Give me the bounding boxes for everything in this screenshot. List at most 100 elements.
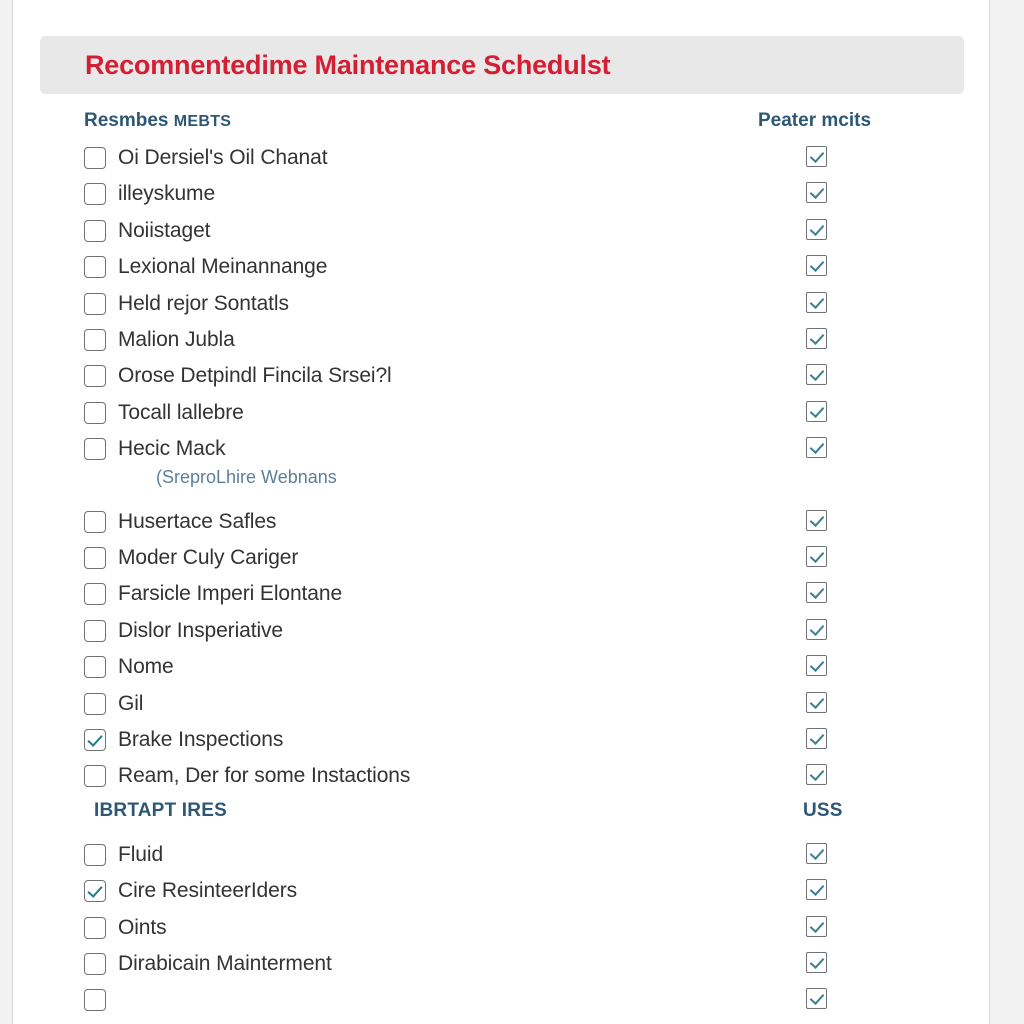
- column-header-left-main: Resmbes: [84, 110, 169, 131]
- row-checkbox-left[interactable]: [84, 292, 106, 315]
- column-header-left-small: MEBTS: [173, 113, 232, 130]
- table-row: Hecic Mack: [13, 431, 989, 467]
- column-header-right: Peater mcits: [758, 110, 872, 131]
- row-checkbox-left[interactable]: [84, 583, 106, 606]
- table-row: Brake Inspections: [13, 722, 989, 758]
- table-row: Oi Dersiel's Oil Chanat: [13, 140, 989, 176]
- table-row: Cire ResinteerIders: [13, 873, 989, 909]
- table-row: Gil: [13, 686, 989, 722]
- row-checkbox-left[interactable]: [84, 843, 106, 866]
- maintenance-card: H MCINT FIFAHCES 20 I EXPERT Recomnented…: [12, 0, 990, 1024]
- table-row: Tocall lallebre: [13, 395, 989, 431]
- row-checkbox-right[interactable]: [806, 988, 827, 1010]
- column-header-left: Resmbes MEBTS: [84, 110, 231, 132]
- row-label: Nome: [118, 655, 174, 679]
- row-checkbox-left[interactable]: [84, 256, 106, 279]
- row-checkbox-left[interactable]: [84, 953, 106, 975]
- table-row: Fluid: [13, 837, 989, 873]
- row-checkbox-right[interactable]: [806, 146, 827, 167]
- row-checkbox-right[interactable]: [806, 691, 827, 713]
- table-row: Ream, Der for some Instactions: [13, 758, 989, 794]
- title-banner: Recomnentedime Maintenance Schedulst: [40, 36, 964, 94]
- row-label: Noiistaget: [118, 218, 211, 242]
- table-row: Held rejor Sontatls: [13, 286, 989, 322]
- row-label: Ream, Der for some Instactions: [118, 764, 411, 788]
- row-checkbox-left[interactable]: [84, 401, 106, 424]
- row-label: Farsicle Imperi Elontane: [118, 582, 343, 606]
- section-header-right: USS: [803, 799, 843, 821]
- page-title: Recomnentedime Maintenance Schedulst: [85, 49, 611, 80]
- row-checkbox-right[interactable]: [806, 364, 827, 386]
- row-label: Husertace Safles: [118, 509, 277, 533]
- row-checkbox-right[interactable]: [806, 218, 827, 240]
- row-label: Held rejor Sontatls: [118, 291, 289, 315]
- row-checkbox-left[interactable]: [84, 765, 106, 788]
- row-label: Lexional Meinannange: [118, 255, 328, 279]
- row-checkbox-right[interactable]: [806, 328, 827, 349]
- row-checkbox-left[interactable]: [84, 547, 106, 569]
- row-checkbox-right[interactable]: [806, 291, 827, 313]
- row-checkbox-left[interactable]: [84, 329, 106, 351]
- row-checkbox-right[interactable]: [806, 437, 827, 459]
- row-checkbox-right[interactable]: [806, 915, 827, 937]
- row-checkbox-left[interactable]: [84, 619, 106, 642]
- row-checkbox-right[interactable]: [806, 842, 827, 864]
- table-row: [13, 982, 989, 1018]
- table-row: Moder Culy Cariger: [13, 540, 989, 576]
- table-row: Orose Detpindl Fincila Srsei?l: [13, 358, 989, 394]
- row-label: Dislor Insperiative: [118, 618, 283, 642]
- row-checkbox-right[interactable]: [806, 255, 827, 277]
- table-row: Noiistaget: [13, 213, 989, 249]
- row-label: Cire ResinteerIders: [118, 879, 297, 903]
- row-label: Brake Inspections: [118, 728, 284, 751]
- row-checkbox-left[interactable]: [84, 656, 106, 679]
- row-label: Oi Dersiel's Oil Chanat: [118, 146, 328, 169]
- row-label: Hecic Mack: [118, 437, 226, 461]
- row-checkbox-left[interactable]: [84, 989, 106, 1012]
- row-label: Orose Detpindl Fincila Srsei?l: [118, 364, 392, 388]
- row-checkbox-left[interactable]: [84, 438, 106, 461]
- row-label: Dirabicain Mainterment: [118, 952, 332, 975]
- row-checkbox-left[interactable]: [84, 147, 106, 169]
- page-background: H MCINT FIFAHCES 20 I EXPERT Recomnented…: [0, 0, 1024, 1024]
- table-row: Farsicle Imperi Elontane: [13, 576, 989, 612]
- row-checkbox-left[interactable]: [84, 510, 106, 533]
- row-checkbox-right[interactable]: [806, 618, 827, 640]
- row-checkbox-left[interactable]: [84, 692, 106, 715]
- row-label: Oints: [118, 915, 167, 939]
- row-checkbox-right[interactable]: [806, 582, 827, 604]
- row-checkbox-left[interactable]: [84, 183, 106, 206]
- row-checkbox-right[interactable]: [806, 182, 827, 204]
- row-label: Malion Jubla: [118, 328, 235, 351]
- section-header-left: IBRTAPT IRES: [94, 799, 227, 821]
- table-row: illeyskume: [13, 176, 989, 212]
- row-checkbox-left[interactable]: [84, 365, 106, 388]
- table-row: Lexional Meinannange: [13, 249, 989, 285]
- table-row: Husertace Safles: [13, 504, 989, 540]
- row-checkbox-right[interactable]: [806, 546, 827, 567]
- table-row: Dirabicain Mainterment: [13, 946, 989, 982]
- row-label: Gil: [118, 691, 144, 715]
- table-row: [13, 1019, 989, 1024]
- row-checkbox-right[interactable]: [806, 655, 827, 677]
- row-checkbox-left[interactable]: [84, 729, 106, 751]
- row-label: Tocall lallebre: [118, 400, 244, 424]
- table-row: Nome: [13, 649, 989, 685]
- table-row: Oints: [13, 910, 989, 946]
- table-row: Dislor Insperiative: [13, 613, 989, 649]
- row-checkbox-right[interactable]: [806, 728, 827, 749]
- row-checkbox-left[interactable]: [84, 219, 106, 242]
- table-row: Malion Jubla: [13, 322, 989, 358]
- row-checkbox-left[interactable]: [84, 880, 106, 903]
- sub-note: (SreproLhire Webnans: [156, 466, 337, 487]
- row-checkbox-right[interactable]: [806, 764, 827, 786]
- row-checkbox-right[interactable]: [806, 509, 827, 531]
- row-label: Moder Culy Cariger: [118, 546, 299, 569]
- row-checkbox-right[interactable]: [806, 952, 827, 973]
- row-checkbox-right[interactable]: [806, 400, 827, 422]
- row-checkbox-left[interactable]: [84, 916, 106, 939]
- row-checkbox-right[interactable]: [806, 879, 827, 901]
- row-label: Fluid: [118, 842, 164, 866]
- row-label: illeyskume: [118, 182, 216, 206]
- brand-header: H MCINT FIFAHCES 20 I EXPERT: [41, 0, 570, 2]
